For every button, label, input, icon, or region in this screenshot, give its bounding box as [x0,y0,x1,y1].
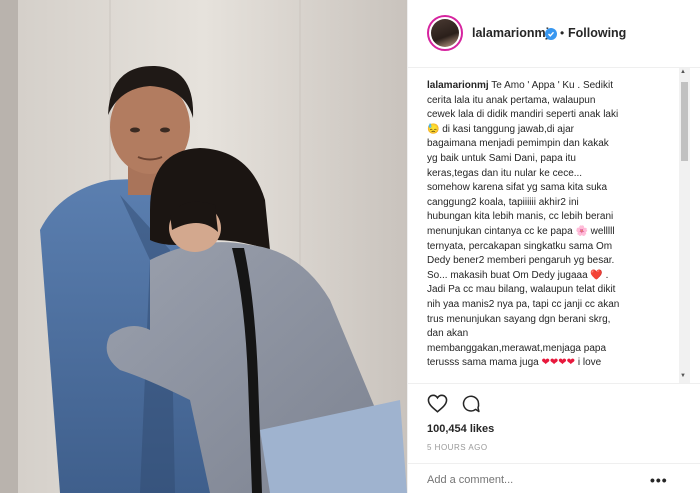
caption-line: trus menunjukan sayang dgn berani skrg, [427,313,679,328]
caption-line: ternyata, percakapan singkatku sama Om [427,240,679,255]
caption-line: terusss sama mama juga ❤❤❤❤ i love [427,356,679,371]
caption-line: So... makasih buat Om Dedy jugaaa ❤️ . [427,269,679,284]
red-heart-emoji-icon: ❤️ [590,269,603,281]
caption-line: yg baik untuk Sami Dani, papa itu [427,152,679,167]
caption-text: hubungan kita lebih manis, cc lebih bera… [427,211,614,223]
caption-text: trus menunjukan sayang dgn berani skrg, [427,313,611,325]
caption-text: di kasi tanggung jawab,di ajar [439,123,574,135]
caption-line: 😓 di kasi tanggung jawab,di ajar [427,123,679,138]
caption-line: membanggakan,merawat,menjaga papa [427,342,679,357]
caption-username[interactable]: lalamarionmj [427,80,489,91]
caption-text: . [602,269,609,281]
caption-text: Dedy bener2 memberi pengaruh yg besar. [427,255,615,267]
caption-text: dan akan [427,328,469,340]
caption-line: cerita lala itu anak pertama, walaupun [427,94,679,109]
caption-line: dan akan [427,327,679,342]
comment-bubble-icon[interactable] [461,394,481,419]
verified-badge-icon [545,28,557,40]
comment-input[interactable] [427,474,627,486]
caption-line: Jadi Pa cc mau bilang, walaupun telat di… [427,283,679,298]
caption-line: menunjukan cintanya cc ke papa 🌸 welllll [427,225,679,240]
post-timestamp[interactable]: 5 HOURS AGO [427,443,488,452]
header-separator: • [560,26,565,40]
scroll-up-arrow-icon[interactable]: ▲ [680,69,686,75]
caption-line: bagaimana menjadi pemimpin dan kakak [427,137,679,152]
caption-text: cewek lala di didik mandiri seperti anak… [427,109,619,121]
caption-text: membanggakan,merawat,menjaga papa [427,342,606,354]
caption-line: hubungan kita lebih manis, cc lebih bera… [427,210,679,225]
caption-text: cerita lala itu anak pertama, walaupun [427,94,596,106]
sweat-face-emoji-icon: 😓 [427,123,440,135]
caption-text: nih yaa manis2 nya pa, tapi cc janji cc … [427,298,620,310]
photo-illustration [0,0,407,493]
caption-text: Jadi Pa cc mau bilang, walaupun telat di… [427,284,616,296]
caption-text: So... makasih buat Om Dedy jugaaa [427,269,591,281]
instagram-post: lalamarionmj • Following lalamarionmj Te… [0,0,700,493]
more-options-icon[interactable]: ••• [650,472,668,488]
caption-text: yg baik untuk Sami Dani, papa itu [427,152,576,164]
heart-icon[interactable] [427,394,448,418]
post-caption: lalamarionmj Te Amo ' Appa ' Ku . Sediki… [427,79,679,371]
avatar-image [431,19,459,47]
caption-text: somehow karena sifat yg sama kita suka [427,182,608,194]
red-heart-emoji-icon: ❤ [566,357,576,369]
scroll-down-arrow-icon[interactable]: ▼ [680,373,686,379]
caption-line: canggung2 koala, tapiiiiii akhir2 ini [427,196,679,211]
caption-text: welllll [587,225,615,237]
scrollbar-thumb[interactable] [681,82,688,161]
post-actions-divider [408,383,700,384]
caption-text: menunjukan cintanya cc ke papa [427,225,576,237]
caption-line: nih yaa manis2 nya pa, tapi cc janji cc … [427,298,679,313]
caption-text: terusss sama mama juga [427,357,542,369]
header-username[interactable]: lalamarionmj [472,26,549,40]
caption-line: Dedy bener2 memberi pengaruh yg besar. [427,254,679,269]
caption-text: i love [575,357,602,369]
caption-line: somehow karena sifat yg sama kita suka [427,181,679,196]
caption-line: cewek lala di didik mandiri seperti anak… [427,108,679,123]
blossom-emoji-icon: 🌸 [575,225,588,237]
red-heart-emoji-icon: ❤ [541,357,550,369]
caption-text: ternyata, percakapan singkatku sama Om [427,240,613,252]
following-button[interactable]: Following [568,26,626,40]
user-avatar[interactable] [427,15,463,51]
caption-text: Te Amo ' Appa ' Ku . Sedikit [488,80,613,91]
red-heart-emoji-icon: ❤ [558,357,567,369]
caption-text: canggung2 koala, tapiiiiii akhir2 ini [427,196,579,208]
post-photo[interactable] [0,0,407,493]
likes-count[interactable]: 100,454 likes [427,423,494,435]
caption-text: keras,tegas dan itu nular ke cece... [427,167,583,179]
caption-line: keras,tegas dan itu nular ke cece... [427,167,679,182]
caption-text: bagaimana menjadi pemimpin dan kakak [427,138,609,150]
caption-line: lalamarionmj Te Amo ' Appa ' Ku . Sediki… [427,79,679,94]
